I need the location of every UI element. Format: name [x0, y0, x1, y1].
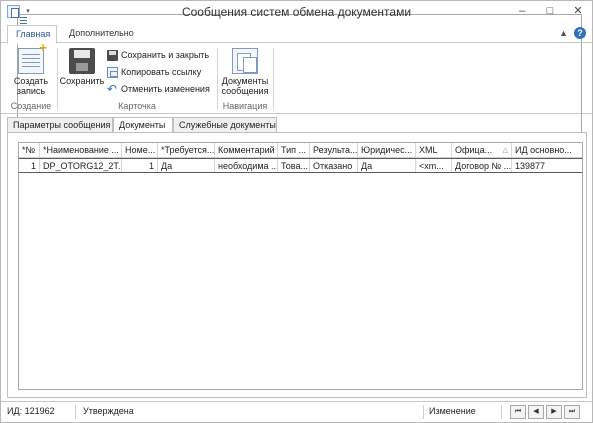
sort-ascending-icon: △	[502, 147, 508, 154]
record-id: ИД: 121962	[7, 406, 55, 416]
copy-link-icon	[107, 66, 118, 78]
table-cell[interactable]: Това...	[278, 159, 310, 172]
group-separator	[57, 48, 58, 110]
undo-changes-label: Отменить изменения	[121, 84, 210, 94]
help-icon[interactable]: ?	[574, 27, 586, 39]
documents-icon	[232, 48, 258, 74]
copy-link-label: Копировать ссылку	[121, 67, 202, 77]
column-header-result[interactable]: Результа...	[310, 143, 358, 157]
status-separator	[423, 405, 424, 419]
ribbon-right-controls: ▲ ?	[559, 27, 586, 39]
column-header-xml[interactable]: XML	[416, 143, 452, 157]
documents-grid[interactable]: *№ *Наименование ... Номе... *Требуется.…	[18, 142, 583, 390]
save-close-icon	[107, 49, 118, 61]
undo-icon	[107, 82, 118, 96]
collapse-ribbon-icon[interactable]: ▲	[559, 28, 568, 38]
application-window: ▾ Сообщения систем обмена документами – …	[0, 0, 593, 423]
column-header-comment[interactable]: Комментарий	[215, 143, 278, 157]
message-documents-label: Документы сообщения	[221, 76, 269, 96]
status-bar: ИД: 121962 Утверждена Изменение ⏮ ◀ ▶ ⏭	[1, 401, 592, 422]
tab-additional[interactable]: Дополнительно	[61, 25, 142, 44]
grid-content: *№ *Наименование ... Номе... *Требуется.…	[19, 143, 582, 173]
first-record-button[interactable]: ⏮	[510, 405, 526, 419]
tab-home[interactable]: Главная	[7, 25, 57, 44]
save-label: Сохранить	[59, 76, 105, 86]
next-record-button[interactable]: ▶	[546, 405, 562, 419]
status-separator	[501, 405, 502, 419]
tab-message-parameters[interactable]: Параметры сообщения	[7, 117, 113, 132]
group-label-create: Создание	[10, 101, 52, 111]
documents-panel: *№ *Наименование ... Номе... *Требуется.…	[7, 132, 587, 398]
minimize-button[interactable]: –	[508, 1, 536, 21]
table-cell[interactable]: 1	[122, 159, 158, 172]
create-record-icon	[18, 43, 47, 74]
table-cell[interactable]: DP_OTORG12_2T...	[40, 159, 122, 172]
title-bar: ▾ Сообщения систем обмена документами – …	[1, 1, 592, 262]
table-cell[interactable]: Отказано	[310, 159, 358, 172]
maximize-button[interactable]: □	[536, 1, 564, 21]
table-cell[interactable]: 139877	[512, 159, 582, 172]
create-record-label: Создать запись	[13, 76, 49, 96]
table-cell[interactable]: необходима ...	[215, 159, 278, 172]
column-header-type[interactable]: Тип ...	[278, 143, 310, 157]
message-documents-button[interactable]: Документы сообщения	[219, 48, 271, 96]
column-header-number[interactable]: *№	[19, 143, 40, 157]
window-title: Сообщения систем обмена документами	[181, 5, 412, 19]
group-label-card: Карточка	[118, 101, 156, 111]
group-label-navigation: Навигация	[222, 101, 268, 111]
group-separator	[273, 48, 274, 110]
save-close-button[interactable]: Сохранить и закрыть	[107, 49, 209, 61]
table-cell[interactable]: Договор № ...	[452, 159, 512, 172]
undo-changes-button[interactable]: Отменить изменения	[107, 82, 210, 96]
table-cell[interactable]: Да	[358, 159, 416, 172]
tab-service-documents[interactable]: Служебные документы	[173, 117, 277, 132]
ribbon-panel: Создать запись Создание Сохранить Сохран…	[1, 43, 592, 114]
table-cell[interactable]: <xm...	[416, 159, 452, 172]
column-header-official[interactable]: Офица... △	[452, 143, 512, 157]
close-button[interactable]: ✕	[564, 1, 592, 21]
status-separator	[75, 405, 76, 419]
cell-number: 1	[30, 161, 36, 171]
column-header-legal[interactable]: Юридичес...	[358, 143, 416, 157]
column-header-base-id[interactable]: ИД основно...	[512, 143, 582, 157]
edit-mode: Изменение	[429, 406, 476, 416]
save-icon	[69, 48, 95, 74]
table-row[interactable]: I 1 DP_OTORG12_2T... 1 Да необходима ...…	[19, 158, 582, 173]
create-record-button[interactable]: Создать запись	[11, 43, 51, 96]
column-header-name[interactable]: *Наименование ...	[40, 143, 122, 157]
record-state: Утверждена	[83, 406, 134, 416]
tab-documents[interactable]: Документы	[113, 117, 173, 133]
last-record-button[interactable]: ⏭	[564, 405, 580, 419]
table-cell[interactable]: Да	[158, 159, 215, 172]
previous-record-button[interactable]: ◀	[528, 405, 544, 419]
column-header-required[interactable]: *Требуется...	[158, 143, 215, 157]
group-separator	[217, 48, 218, 110]
table-cell[interactable]: I 1	[19, 159, 40, 172]
copy-link-button[interactable]: Копировать ссылку	[107, 66, 201, 78]
record-navigation: ⏮ ◀ ▶ ⏭	[510, 405, 580, 419]
ribbon-tab-strip: Главная Дополнительно	[1, 25, 592, 44]
window-controls: – □ ✕	[508, 1, 592, 21]
column-header-official-label: Офица...	[455, 145, 493, 155]
save-button[interactable]: Сохранить	[59, 48, 105, 86]
column-header-doc-number[interactable]: Номе...	[122, 143, 158, 157]
grid-header: *№ *Наименование ... Номе... *Требуется.…	[19, 143, 582, 158]
save-close-label: Сохранить и закрыть	[121, 50, 210, 60]
